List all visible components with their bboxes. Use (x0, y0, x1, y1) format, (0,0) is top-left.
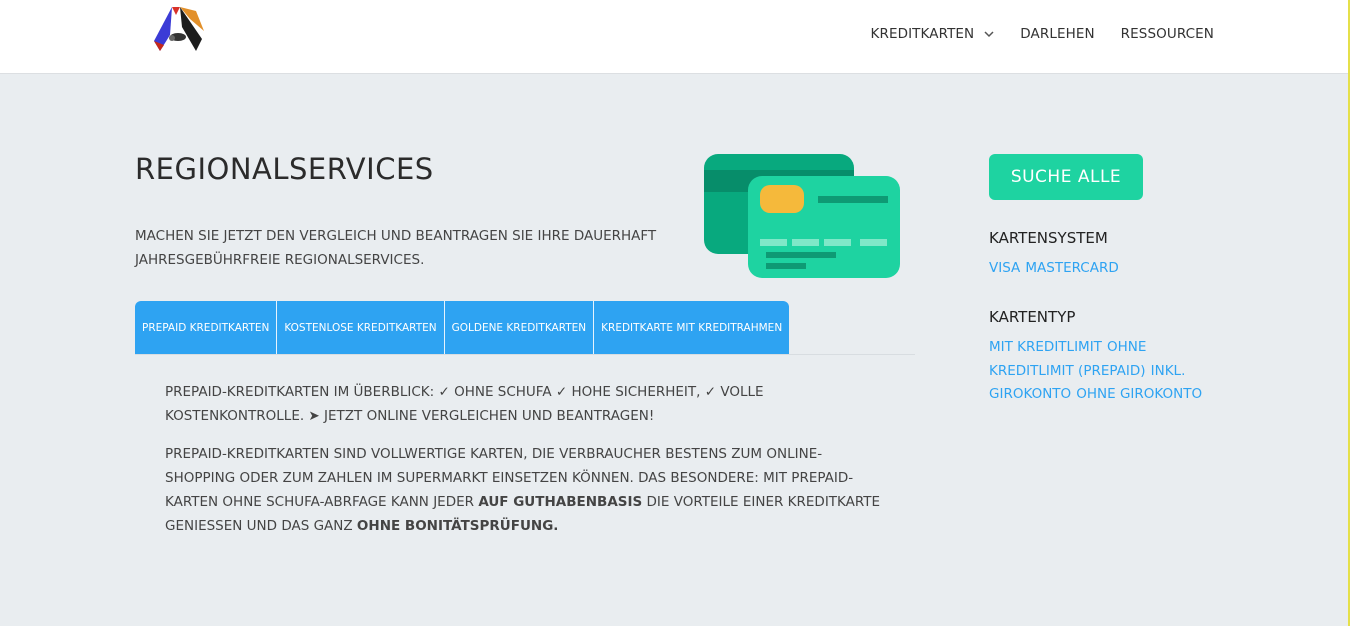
nav-item-label: RESSOURCEN (1120, 26, 1214, 42)
page-subtitle: MACHEN SIE JETZT DEN VERGLEICH UND BEANT… (135, 228, 657, 268)
chevron-down-icon (984, 28, 994, 41)
nav-item-label: KREDITKARTEN (870, 26, 975, 42)
tab-content: PREPAID-KREDITKARTEN IM ÜBERBLICK: ✓ OHN… (165, 380, 890, 552)
kartensystem-links: VISA MASTERCARD (989, 257, 1219, 281)
kartentyp-heading: KARTENTYP (989, 308, 1076, 326)
filter-link-ohne-girokonto[interactable]: OHNE GIROKONTO (1076, 386, 1202, 402)
tab-kreditkarte-mit-kreditrahmen[interactable]: KREDITKARTE MIT KREDITRAHMEN (594, 301, 789, 355)
kartentyp-links: MIT KREDITLIMIT OHNE KREDITLIMIT (PREPAI… (989, 336, 1219, 407)
search-all-button[interactable]: SUCHE ALLE (989, 154, 1143, 200)
filter-link-visa[interactable]: VISA (989, 260, 1020, 276)
tab-prepaid-kreditkarten[interactable]: PREPAID KREDITKARTEN (135, 301, 278, 355)
credit-cards-icon (704, 154, 900, 278)
card-category-tabs: PREPAID KREDITKARTEN KOSTENLOSE KREDITKA… (135, 301, 790, 355)
page-title: REGIONALSERVICES (135, 152, 434, 186)
main-nav: KREDITKARTEN DARLEHEN RESSOURCEN (871, 26, 1214, 42)
site-header: KREDITKARTEN DARLEHEN RESSOURCEN (0, 0, 1350, 74)
content-paragraph: PREPAID-KREDITKARTEN IM ÜBERBLICK: ✓ OHN… (165, 384, 764, 424)
paragraph-bold-text: OHNE BONITÄTSPRÜFUNG. (356, 518, 559, 534)
filter-link-mit-kreditlimit[interactable]: MIT KREDITLIMIT (989, 339, 1102, 355)
nav-item-label: DARLEHEN (1020, 26, 1095, 42)
kartensystem-heading: KARTENSYSTEM (989, 229, 1108, 247)
site-logo[interactable] (150, 5, 206, 53)
nav-item-ressourcen[interactable]: RESSOURCEN (1121, 26, 1214, 42)
tab-goldene-kreditkarten[interactable]: GOLDENE KREDITKARTEN (445, 301, 595, 355)
nav-item-kreditkarten[interactable]: KREDITKARTEN (871, 26, 995, 42)
paragraph-bold-text: AUF GUTHABENBASIS (478, 494, 643, 510)
filter-link-mastercard[interactable]: MASTERCARD (1025, 260, 1118, 276)
content-paragraph: PREPAID-KREDITKARTEN SIND VOLLWERTIGE KA… (165, 442, 890, 538)
tab-kostenlose-kreditkarten[interactable]: KOSTENLOSE KREDITKARTEN (277, 301, 445, 355)
nav-item-darlehen[interactable]: DARLEHEN (1020, 26, 1094, 42)
tabs-divider (135, 354, 915, 355)
